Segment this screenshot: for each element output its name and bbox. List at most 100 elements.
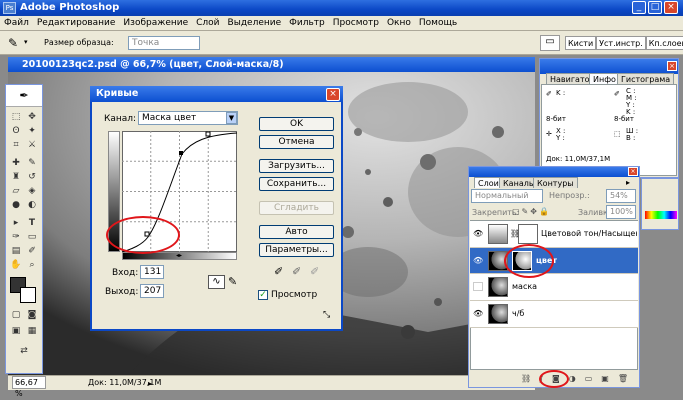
menu-edit[interactable]: Редактирование	[33, 16, 120, 30]
chevron-down-icon[interactable]: ▾	[24, 38, 28, 46]
crop-tool-icon[interactable]: ⌗	[10, 139, 22, 151]
eye-icon[interactable]: 👁	[473, 309, 483, 318]
blend-mode-select[interactable]: Нормальный	[471, 189, 543, 203]
preview-checkbox[interactable]: ✓	[258, 290, 268, 300]
auto-button[interactable]: Авто	[259, 225, 334, 239]
white-eyedropper-icon[interactable]: ✐	[310, 265, 319, 278]
bucket-tool-icon[interactable]: ◈	[26, 185, 38, 197]
standard-mode-icon[interactable]: ▢	[10, 309, 22, 321]
black-eyedropper-icon[interactable]: ✐	[274, 265, 283, 278]
link-layers-icon[interactable]: ⛓	[521, 372, 531, 386]
color-ramp[interactable]	[645, 211, 677, 219]
history-brush-tool-icon[interactable]: ↺	[26, 171, 38, 183]
status-arrow-icon[interactable]: ▸	[148, 377, 152, 391]
marquee-tool-icon[interactable]: ⬚	[10, 111, 22, 123]
app-title: Adobe Photoshop	[20, 2, 120, 13]
tab-histogram[interactable]: Гистограма	[617, 73, 675, 84]
channel-dropdown-icon[interactable]: ▼	[226, 112, 237, 124]
dialog-close-icon[interactable]: ×	[326, 88, 340, 101]
output-value-field[interactable]: 207	[140, 284, 164, 298]
gradient-toggle-icon[interactable]: ◂▸	[176, 252, 182, 260]
curve-point-active[interactable]	[179, 151, 183, 155]
gray-eyedropper-icon[interactable]: ✐	[292, 265, 301, 278]
brush-tool-icon[interactable]: ✎	[26, 157, 38, 169]
eyedropper-tool-icon[interactable]: ✎	[8, 36, 18, 50]
shape-tool-icon[interactable]: ▭	[26, 231, 38, 243]
tab-info[interactable]: Инфо	[589, 73, 620, 84]
dodge-tool-icon[interactable]: ◐	[26, 199, 38, 211]
feather-logo-icon: ✒	[6, 85, 42, 107]
magic-wand-tool-icon[interactable]: ✦	[26, 125, 38, 137]
pen-tool-icon[interactable]: ✑	[10, 231, 22, 243]
layer-row-adjustment[interactable]: 👁 ⛓ Цветовой тон/Насыщенность 1	[470, 221, 638, 248]
blur-tool-icon[interactable]: ●	[10, 199, 22, 211]
menu-select[interactable]: Выделение	[224, 16, 286, 30]
quick-mask-icon[interactable]: ◙	[26, 309, 38, 321]
close-icon[interactable]: ×	[664, 1, 678, 14]
close-icon[interactable]: ×	[628, 167, 638, 176]
ok-button[interactable]: OK	[259, 117, 334, 131]
slice-tool-icon[interactable]: ⚔	[26, 139, 38, 151]
close-icon[interactable]: ×	[667, 61, 677, 71]
cancel-button[interactable]: Отмена	[259, 135, 334, 149]
tab-layer-comps[interactable]: Кп.слоев	[645, 36, 683, 50]
input-value-field[interactable]: 131	[140, 265, 164, 279]
eye-off-icon[interactable]	[473, 282, 483, 291]
layer-row-mask[interactable]: маска	[470, 274, 638, 301]
tab-paths[interactable]: Контуры	[533, 177, 578, 188]
bit-right: 8-бит	[614, 115, 634, 123]
new-layer-icon[interactable]: ▣	[601, 372, 609, 386]
lock-icons[interactable]: ▢✎✥🔒	[512, 207, 551, 216]
new-group-icon[interactable]: ▭	[585, 372, 593, 386]
zoom-tool-icon[interactable]: ⌕	[26, 259, 38, 271]
adjustment-layer-icon[interactable]: ◑	[569, 372, 576, 386]
background-color-swatch[interactable]	[20, 287, 36, 303]
fill-field[interactable]: 100%	[606, 205, 636, 219]
eyedropper-icon[interactable]: ✐	[26, 245, 38, 257]
smooth-button[interactable]: Сгладить	[259, 201, 334, 215]
menu-filter[interactable]: Фильтр	[285, 16, 329, 30]
file-browser-icon[interactable]: ▭	[540, 35, 560, 51]
move-tool-icon[interactable]: ✥	[26, 111, 38, 123]
trash-icon[interactable]: 🗑	[618, 372, 628, 386]
hand-tool-icon[interactable]: ✋	[10, 259, 22, 271]
lasso-tool-icon[interactable]: ʘ	[10, 125, 22, 137]
params-button[interactable]: Параметры...	[259, 243, 334, 257]
healing-tool-icon[interactable]: ✚	[10, 157, 22, 169]
layer-row-color[interactable]: 👁 цвет	[470, 248, 638, 274]
panel-menu-icon[interactable]: ▸	[626, 178, 630, 187]
jump-to-imageready-icon[interactable]: ⇄	[18, 345, 30, 357]
channel-select[interactable]: Маска цвет	[138, 111, 238, 125]
selection-size-icon: ⬚	[614, 130, 621, 138]
screen-mode-full-icon[interactable]: ▦	[26, 325, 38, 337]
minimize-icon[interactable]: _	[632, 1, 646, 14]
type-tool-icon[interactable]: T	[26, 217, 38, 229]
save-button[interactable]: Сохранить...	[259, 177, 334, 191]
eye-icon[interactable]: 👁	[473, 229, 483, 238]
curve-point[interactable]	[205, 131, 211, 137]
zoom-level[interactable]: 66,67 %	[12, 376, 46, 398]
menu-window[interactable]: Окно	[383, 16, 415, 30]
eye-icon[interactable]: 👁	[473, 256, 483, 265]
menu-help[interactable]: Помощь	[415, 16, 461, 30]
expand-dialog-icon[interactable]: ⤡	[323, 310, 330, 320]
preview-label: Просмотр	[271, 290, 318, 300]
pencil-mode-icon[interactable]: ✎	[228, 275, 237, 288]
curve-mode-icon[interactable]: ∿	[208, 275, 225, 289]
menu-file[interactable]: Файл	[0, 16, 33, 30]
tab-tool-presets[interactable]: Уст.инстр.	[596, 36, 646, 50]
maximize-icon[interactable]: □	[648, 1, 662, 14]
screen-mode-standard-icon[interactable]: ▣	[10, 325, 22, 337]
layer-row-bw[interactable]: 👁 ч/б	[470, 301, 638, 328]
sample-size-select[interactable]: Точка	[128, 36, 200, 50]
tab-brushes[interactable]: Кисти	[565, 36, 597, 50]
path-select-tool-icon[interactable]: ▸	[10, 217, 22, 229]
eraser-tool-icon[interactable]: ▱	[10, 185, 22, 197]
notes-tool-icon[interactable]: ▤	[10, 245, 22, 257]
menu-layer[interactable]: Слой	[192, 16, 223, 30]
opacity-field[interactable]: 54%	[606, 189, 636, 203]
menu-image[interactable]: Изображение	[119, 16, 192, 30]
stamp-tool-icon[interactable]: ♜	[10, 171, 22, 183]
menu-view[interactable]: Просмотр	[329, 16, 383, 30]
load-button[interactable]: Загрузить...	[259, 159, 334, 173]
